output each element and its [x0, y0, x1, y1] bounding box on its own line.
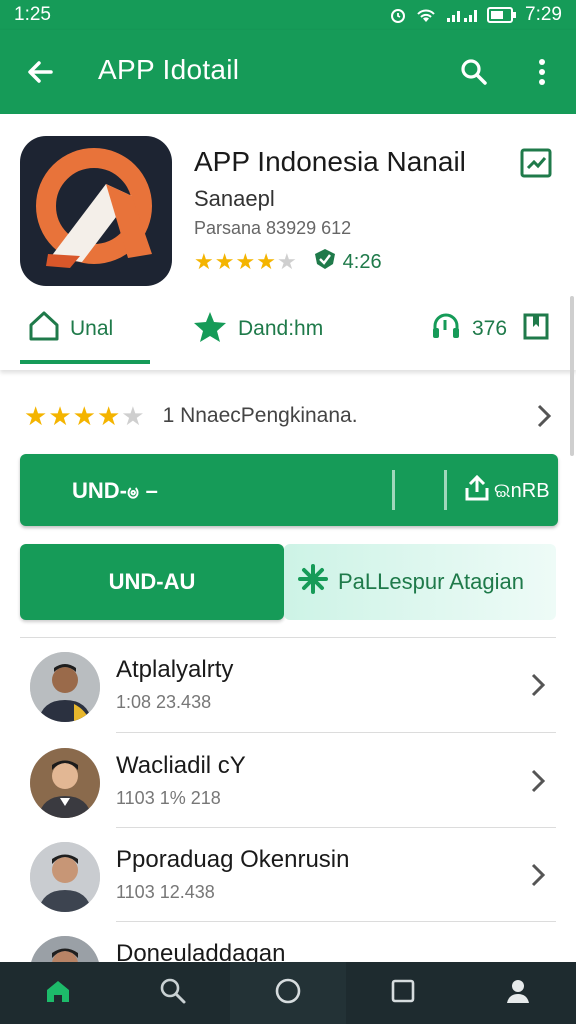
circle-icon [274, 977, 302, 1010]
star-empty-icon: ★ [276, 249, 297, 274]
app-name: APP Indonesia Nanail [194, 146, 466, 177]
score-stat: 4:26 [313, 248, 382, 276]
avatar [30, 842, 100, 912]
tab-label: Dand:hm [238, 317, 324, 340]
star-empty-icon: ★ [121, 401, 145, 431]
tab-dandhm[interactable]: Dand:hm [192, 310, 323, 348]
signal-icon [445, 6, 479, 24]
chevron-right-icon [536, 403, 552, 429]
button-divider [444, 470, 447, 510]
square-icon [390, 978, 416, 1009]
button-divider [392, 470, 395, 510]
person-icon [505, 978, 531, 1009]
tab-label: 376 [472, 317, 508, 340]
tab-label: Unal [70, 317, 114, 340]
status-time: 1:25 [14, 4, 51, 25]
tab-376[interactable]: 376 [430, 310, 549, 348]
star-filled-icon: ★ [24, 401, 48, 431]
divider [20, 637, 556, 638]
chevron-right-icon [530, 862, 546, 893]
star-filled-icon: ★ [235, 249, 256, 274]
wifi-icon [415, 6, 437, 24]
arrow-back-icon[interactable] [22, 54, 58, 90]
secondary-left-button[interactable]: UND-AU [20, 544, 284, 620]
list-item-subtitle: 1103 1% 218 [116, 788, 221, 808]
review-summary-row[interactable]: ★ ★ ★ ★ ★ 1 NnaecPengkinana. [0, 386, 576, 446]
list-item[interactable]: Wacliadil cY 1103 1% 218 [0, 738, 576, 832]
star-icon [192, 310, 228, 348]
chart-badge-icon[interactable] [520, 148, 552, 178]
avatar [30, 748, 100, 818]
share-button[interactable]: ଇnRB [464, 474, 550, 508]
avatar [30, 936, 100, 962]
secondary-left-label: UND-AU [108, 569, 196, 594]
chevron-right-icon [530, 768, 546, 799]
secondary-right-button[interactable]: PaLLespur Atagian [284, 544, 556, 620]
list-item-title: Atplalyalrty [116, 656, 234, 683]
home-icon [44, 978, 72, 1009]
list-item-title: Doneuladdagan [116, 940, 286, 962]
nav-search[interactable] [115, 962, 230, 1024]
shield-check-icon [313, 248, 337, 276]
chevron-right-icon [530, 672, 546, 703]
app-meta: Parsana 83929 612 [194, 218, 352, 238]
battery-icon [487, 7, 517, 23]
share-label: ଇnRB [494, 479, 550, 502]
secondary-right-label: PaLLespur Atagian [338, 569, 524, 594]
nav-home[interactable] [0, 962, 115, 1024]
nav-home-circle[interactable] [230, 962, 346, 1024]
star-filled-icon: ★ [96, 401, 121, 431]
divider [116, 732, 556, 733]
review-summary-text: 1 NnaecPengkinana. [162, 404, 358, 427]
divider [116, 827, 556, 828]
tab-indicator [20, 360, 150, 364]
nav-recents[interactable] [346, 962, 461, 1024]
nav-profile[interactable] [461, 962, 576, 1024]
sparkle-icon [298, 564, 328, 600]
install-button-label: UND-ၑ – [72, 478, 158, 503]
search-icon [159, 977, 187, 1010]
install-button[interactable]: UND-ၑ – ଇnRB [20, 454, 558, 526]
avatar [30, 652, 100, 722]
app-bar: APP Idotail [0, 30, 576, 114]
more-vert-icon[interactable] [526, 54, 558, 90]
star-filled-icon: ★ [256, 249, 276, 274]
review-stars: ★ ★ ★ ★ ★ [24, 403, 145, 429]
bookmark-icon [523, 312, 549, 346]
list-item[interactable]: Doneuladdagan [0, 926, 576, 962]
status-clock: 7:29 [525, 4, 562, 25]
star-filled-icon: ★ [194, 249, 214, 274]
star-filled-icon: ★ [48, 401, 72, 431]
developer-name[interactable]: Sanaepl [194, 186, 275, 212]
headset-icon [430, 310, 462, 348]
list-item-title: Wacliadil cY [116, 752, 246, 779]
list-item-title: Pporaduag Okenrusin [116, 846, 350, 873]
rating-stars: ★ ★ ★ ★ ★ [194, 251, 297, 273]
home-outline-icon [28, 310, 60, 348]
list-item-subtitle: 1103 12.438 [116, 882, 215, 902]
app-logo-icon [20, 136, 172, 286]
divider [116, 921, 556, 922]
list-item[interactable]: Atplalyalrty 1:08 23.438 [0, 642, 576, 736]
list-item-subtitle: 1:08 23.438 [116, 692, 212, 712]
list-item[interactable]: Pporaduag Okenrusin 1103 12.438 [0, 832, 576, 926]
share-icon [464, 474, 490, 508]
status-bar: 1:25 7:29 [0, 0, 576, 30]
bottom-nav [0, 962, 576, 1024]
search-icon[interactable] [456, 54, 492, 90]
alarm-icon [389, 6, 407, 24]
status-icons: 7:29 [389, 4, 562, 26]
rating-row: ★ ★ ★ ★ ★ 4:26 [194, 248, 382, 276]
star-filled-icon: ★ [214, 249, 235, 274]
page-title: APP Idotail [98, 54, 240, 85]
score-value: 4:26 [342, 250, 382, 273]
app-header-card: APP Indonesia Nanail Sanaepl Parsana 839… [0, 114, 576, 370]
tab-unal[interactable]: Unal [28, 310, 113, 348]
star-filled-icon: ★ [72, 401, 96, 431]
